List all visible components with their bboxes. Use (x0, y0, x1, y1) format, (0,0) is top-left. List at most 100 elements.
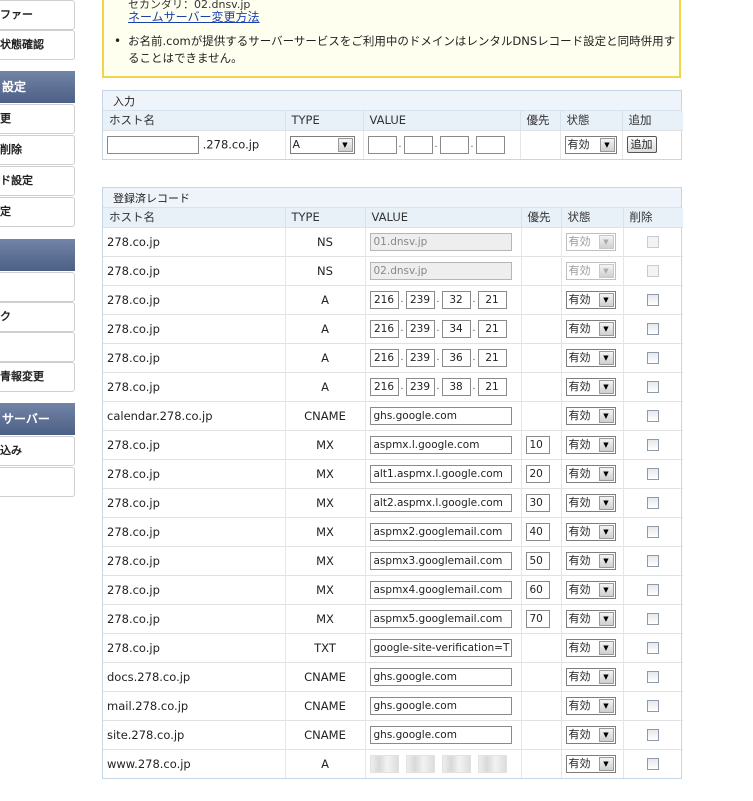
ip-octet-input-2[interactable] (403, 135, 433, 154)
delete-checkbox[interactable] (647, 729, 660, 741)
status-select[interactable]: 有効 ▼ (565, 551, 616, 570)
delete-cell (623, 574, 683, 604)
table-row: 278.co.jp MX aspmx5.googlemail.com 70 有効 ▼ (103, 603, 683, 633)
nameserver-change-link[interactable]: ネームサーバー変更方法 (128, 8, 260, 25)
priority-input[interactable]: 60 (525, 580, 550, 599)
status-select[interactable]: 有効 ▼ (565, 290, 616, 309)
sidebar-item[interactable]: 青報変更 (0, 362, 75, 392)
status-select[interactable]: 有効 ▼ (565, 522, 616, 541)
sidebar-item[interactable]: 更 (0, 104, 75, 134)
ip-octet-input-4[interactable] (475, 135, 505, 154)
status-select[interactable]: 有効 ▼ (565, 493, 616, 512)
value-input[interactable]: ghs.google.com (369, 406, 512, 425)
value-input[interactable]: aspmx.l.google.com (369, 435, 512, 454)
value-input[interactable]: alt2.aspmx.l.google.com (369, 493, 512, 512)
status-select[interactable]: 有効 ▼ (565, 348, 616, 367)
status-select[interactable]: 有効 ▼ (564, 135, 617, 154)
delete-checkbox[interactable] (647, 526, 660, 538)
delete-checkbox[interactable] (647, 381, 660, 393)
sidebar-item[interactable] (0, 272, 75, 302)
ip-octet-input[interactable]: 239 (405, 377, 435, 396)
ip-octet-input[interactable]: 21 (477, 319, 507, 338)
type-select[interactable]: A ▼ (289, 135, 355, 154)
ip-octet-input[interactable]: 21 (477, 290, 507, 309)
sidebar-item[interactable]: 込み (0, 436, 75, 466)
delete-checkbox[interactable] (647, 700, 660, 712)
delete-checkbox[interactable] (647, 497, 660, 509)
priority-input[interactable]: 20 (525, 464, 550, 483)
ip-octet-input-3[interactable] (439, 135, 469, 154)
priority-input[interactable]: 50 (525, 551, 550, 570)
value-input[interactable]: aspmx2.googlemail.com (369, 522, 512, 541)
ip-octet-input[interactable] (405, 754, 435, 773)
ip-octet-input[interactable]: 216 (369, 290, 399, 309)
ip-octet-input[interactable]: 216 (369, 348, 399, 367)
host-cell: 278.co.jp (103, 313, 286, 343)
ip-octet-input[interactable]: 32 (441, 290, 471, 309)
ip-octet-input[interactable]: 216 (369, 377, 399, 396)
status-select[interactable]: 有効 ▼ (565, 667, 616, 686)
status-select[interactable]: 有効 ▼ (565, 638, 616, 657)
priority-input[interactable]: 70 (525, 609, 550, 628)
ip-octet-input[interactable]: 239 (405, 290, 435, 309)
value-input[interactable]: google-site-verification=T (369, 638, 512, 657)
value-input[interactable]: aspmx5.googlemail.com (369, 609, 512, 628)
status-select[interactable]: 有効 ▼ (565, 435, 616, 454)
add-button[interactable]: 追加 (626, 136, 657, 154)
ip-octet-input[interactable]: 36 (441, 348, 471, 367)
priority-input[interactable]: 10 (525, 435, 550, 454)
delete-checkbox[interactable] (647, 758, 660, 771)
delete-checkbox[interactable] (647, 294, 660, 306)
sidebar-item[interactable] (0, 332, 75, 362)
value-input[interactable]: ghs.google.com (369, 667, 512, 686)
sidebar-item[interactable]: ク (0, 302, 75, 332)
delete-checkbox[interactable] (647, 642, 660, 654)
status-select[interactable]: 有効 ▼ (565, 406, 616, 425)
delete-checkbox[interactable] (647, 410, 660, 422)
value-input[interactable]: aspmx3.googlemail.com (369, 551, 512, 570)
status-select[interactable]: 有効 ▼ (565, 725, 616, 744)
ip-octet-input[interactable]: 239 (405, 348, 435, 367)
delete-checkbox[interactable] (647, 352, 660, 364)
ip-octet-input[interactable]: 11 (369, 754, 399, 773)
ip-octet-input[interactable]: 21 (477, 377, 507, 396)
delete-checkbox[interactable] (647, 613, 660, 625)
sidebar-item[interactable]: 削除 (0, 135, 75, 165)
status-select[interactable]: 有効 ▼ (565, 377, 616, 396)
ip-octet-input-1[interactable] (367, 135, 397, 154)
ip-octet-input[interactable]: 112 (441, 754, 471, 773)
sidebar-item[interactable]: 定 (0, 197, 75, 227)
ip-octet-input[interactable]: 21 (477, 348, 507, 367)
type-cell: MX (285, 574, 366, 604)
value-input[interactable]: ghs.google.com (369, 696, 512, 715)
value-input[interactable]: ghs.google.com (369, 725, 512, 744)
status-select[interactable]: 有効 ▼ (565, 609, 616, 628)
status-select[interactable]: 有効 ▼ (565, 319, 616, 338)
delete-checkbox[interactable] (647, 468, 660, 480)
ip-octet-input[interactable] (477, 754, 507, 773)
delete-checkbox[interactable] (647, 584, 660, 596)
ip-octet-input[interactable]: 216 (369, 319, 399, 338)
sidebar-item[interactable]: 状態確認 (0, 30, 75, 60)
ip-octet-input[interactable]: 239 (405, 319, 435, 338)
priority-input[interactable]: 40 (525, 522, 550, 541)
status-select[interactable]: 有効 ▼ (565, 580, 616, 599)
status-select[interactable]: 有効 ▼ (565, 464, 616, 483)
ip-octet-input[interactable]: 34 (441, 319, 471, 338)
delete-checkbox[interactable] (647, 671, 660, 683)
sidebar-item[interactable]: ド設定 (0, 166, 75, 196)
sidebar-item[interactable]: ファー (0, 0, 75, 30)
type-cell: MX (285, 458, 366, 488)
delete-checkbox[interactable] (647, 439, 660, 451)
sidebar-item[interactable] (0, 467, 75, 497)
delete-cell (623, 487, 683, 517)
delete-checkbox[interactable] (647, 555, 660, 567)
priority-input[interactable]: 30 (525, 493, 550, 512)
delete-checkbox[interactable] (647, 323, 660, 335)
value-input[interactable]: aspmx4.googlemail.com (369, 580, 512, 599)
host-input[interactable] (107, 135, 199, 154)
value-input[interactable]: alt1.aspmx.l.google.com (369, 464, 512, 483)
ip-octet-input[interactable]: 38 (441, 377, 471, 396)
status-select[interactable]: 有効 ▼ (565, 696, 616, 715)
status-select[interactable]: 有効 ▼ (565, 754, 616, 773)
